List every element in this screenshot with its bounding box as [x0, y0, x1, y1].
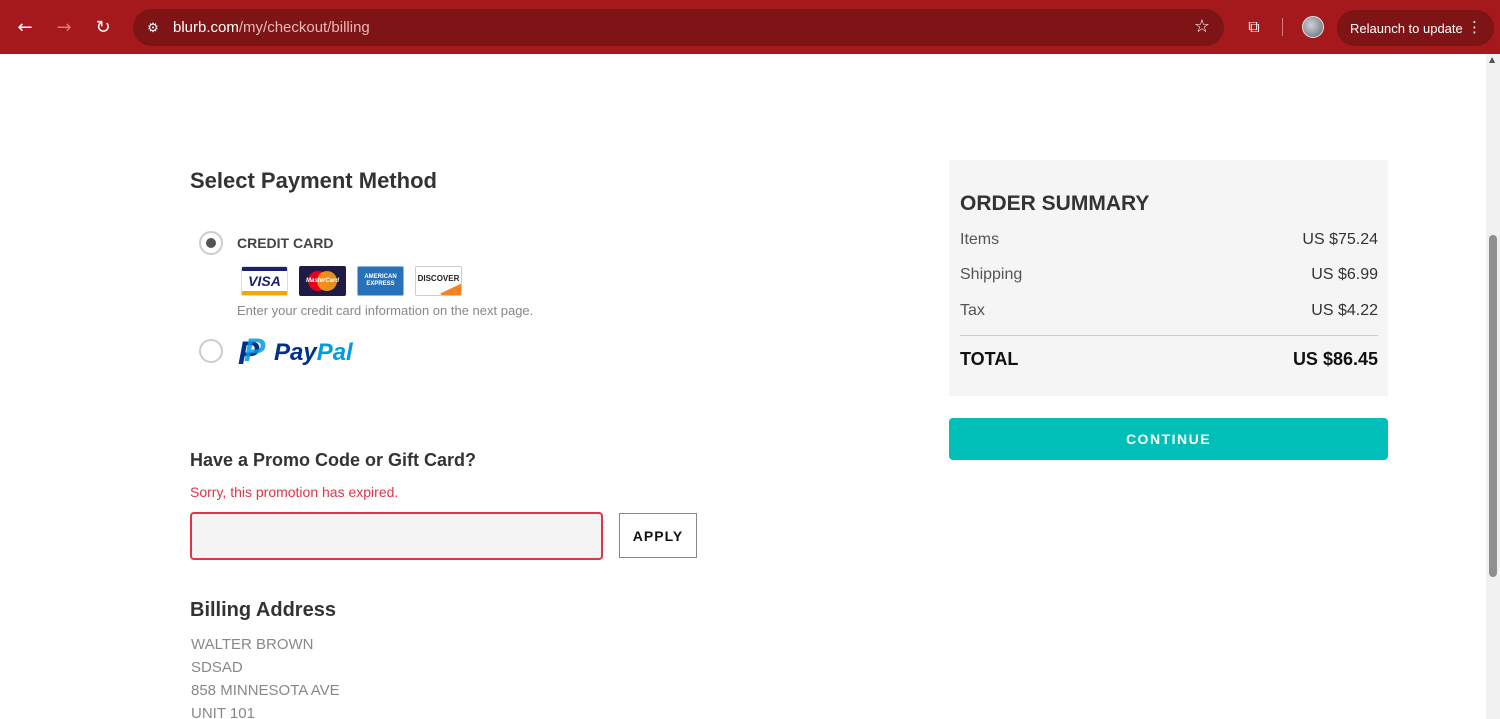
visa-text: VISA: [248, 273, 281, 289]
mastercard-logo: MasterCard: [299, 266, 346, 296]
apply-button[interactable]: APPLY: [619, 513, 697, 558]
shipping-value: US $6.99: [1311, 266, 1378, 283]
site-info-icon[interactable]: ⚙: [143, 18, 163, 38]
summary-divider: [960, 335, 1378, 336]
billing-unit: UNIT 101: [191, 705, 255, 719]
order-summary-panel: ORDER SUMMARY Items US $75.24 Shipping U…: [949, 160, 1388, 396]
relaunch-label: Relaunch to update: [1350, 20, 1463, 36]
billing-line-2: SDSAD: [191, 659, 243, 676]
url-text[interactable]: blurb.com/my/checkout/billing: [173, 19, 370, 36]
tax-label: Tax: [960, 302, 985, 319]
url-path: /my/checkout/billing: [238, 19, 370, 36]
order-summary-title: ORDER SUMMARY: [960, 192, 1150, 215]
payment-method-title: Select Payment Method: [190, 168, 437, 193]
credit-card-hint: Enter your credit card information on th…: [237, 303, 534, 318]
reload-icon[interactable]: ↻: [90, 14, 116, 40]
shipping-label: Shipping: [960, 266, 1023, 283]
total-label: TOTAL: [960, 349, 1019, 369]
extensions-icon[interactable]: ⧉: [1242, 15, 1266, 39]
paypal-wordmark: PayPal: [274, 339, 353, 366]
items-value: US $75.24: [1302, 231, 1378, 248]
amex-text-2: EXPRESS: [366, 281, 395, 287]
total-value: US $86.45: [1292, 349, 1378, 369]
bookmark-star-icon[interactable]: ☆: [1194, 16, 1210, 37]
continue-button[interactable]: CONTINUE: [949, 418, 1388, 460]
menu-dots-icon[interactable]: ⋮: [1467, 18, 1482, 36]
promo-error-message: Sorry, this promotion has expired.: [190, 484, 399, 500]
discover-text: DISCOVER: [417, 273, 460, 283]
amex-logo: AMERICAN EXPRESS: [357, 266, 404, 296]
promo-code-input[interactable]: [190, 512, 603, 560]
toolbar-divider: [1282, 18, 1283, 36]
browser-toolbar: ← → ↻ ⚙ blurb.com/my/checkout/billing ☆ …: [0, 0, 1500, 54]
forward-icon[interactable]: →: [51, 14, 77, 40]
visa-logo: VISA: [241, 266, 288, 296]
relaunch-button[interactable]: Relaunch to update ⋮: [1337, 10, 1494, 46]
credit-card-label[interactable]: CREDIT CARD: [237, 235, 333, 251]
scrollbar-thumb[interactable]: [1489, 235, 1497, 577]
items-label: Items: [960, 231, 1000, 248]
url-host: blurb.com: [173, 19, 239, 36]
address-bar[interactable]: ⚙ blurb.com/my/checkout/billing ☆: [133, 9, 1224, 46]
billing-name: WALTER BROWN: [191, 636, 314, 653]
paypal-logo[interactable]: P P PayPal: [238, 332, 353, 371]
credit-card-radio[interactable]: [199, 231, 223, 255]
paypal-radio[interactable]: [199, 339, 223, 363]
promo-title: Have a Promo Code or Gift Card?: [190, 450, 477, 470]
card-brand-logos: VISA MasterCard AMERICAN EXPRESS DISCOVER: [241, 266, 462, 296]
amex-text-1: AMERICAN: [364, 274, 397, 280]
back-icon[interactable]: ←: [12, 14, 38, 40]
billing-address-title: Billing Address: [190, 599, 336, 621]
scroll-up-arrow-icon[interactable]: ▲: [1489, 56, 1497, 64]
paypal-mark-icon: P P: [238, 332, 266, 371]
mastercard-text: MasterCard: [305, 278, 339, 284]
billing-street: 858 MINNESOTA AVE: [191, 682, 340, 699]
tax-value: US $4.22: [1311, 302, 1378, 319]
profile-avatar[interactable]: [1302, 16, 1324, 38]
discover-logo: DISCOVER: [415, 266, 462, 296]
